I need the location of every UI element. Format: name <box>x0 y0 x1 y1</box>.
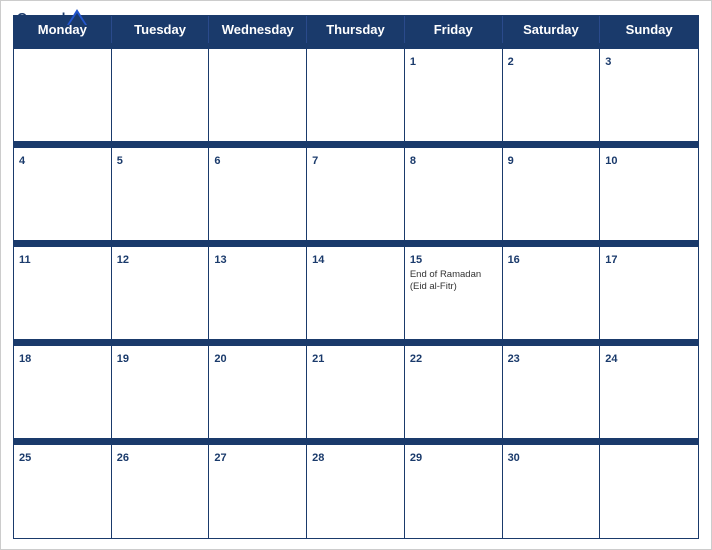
day-cell: 9 <box>503 148 601 240</box>
day-cell: 21 <box>307 346 405 438</box>
week-1: 4 5 6 7 8 9 10 <box>14 142 698 241</box>
cell-number: 8 <box>410 155 416 167</box>
day-cell: 4 <box>14 148 112 240</box>
day-cell: 18 <box>14 346 112 438</box>
day-cell: 10 <box>600 148 698 240</box>
day-header-friday: Friday <box>405 16 503 43</box>
week-cells-1: 4 5 6 7 8 9 10 <box>14 148 698 241</box>
cell-number: 16 <box>508 254 520 266</box>
logo-icon <box>67 9 87 25</box>
day-cell: 12 <box>112 247 210 339</box>
cell-number: 17 <box>605 254 617 266</box>
day-cell: 25 <box>14 445 112 538</box>
day-header-saturday: Saturday <box>503 16 601 43</box>
cell-number: 12 <box>117 254 129 266</box>
day-cell <box>14 49 112 141</box>
week-cells-0: 1 2 3 <box>14 49 698 142</box>
calendar: General MondayTuesdayWednesdayThursdayFr… <box>0 0 712 550</box>
day-cell: 6 <box>209 148 307 240</box>
calendar-header: General <box>1 1 711 15</box>
day-cell: 29 <box>405 445 503 538</box>
day-cell: 20 <box>209 346 307 438</box>
week-3: 18 19 20 21 22 23 24 <box>14 340 698 439</box>
cell-event: End of Ramadan (Eid al-Fitr) <box>410 269 497 294</box>
cell-number: 19 <box>117 353 129 365</box>
cell-number: 29 <box>410 452 422 464</box>
cell-number: 6 <box>214 155 220 167</box>
cell-number: 28 <box>312 452 324 464</box>
cell-number: 23 <box>508 353 520 365</box>
cell-number: 25 <box>19 452 31 464</box>
cell-number: 13 <box>214 254 226 266</box>
day-cell: 23 <box>503 346 601 438</box>
cell-number: 7 <box>312 155 318 167</box>
week-cells-4: 25 26 27 28 29 30 <box>14 445 698 538</box>
day-cell: 17 <box>600 247 698 339</box>
cell-number: 1 <box>410 56 416 68</box>
day-headers: MondayTuesdayWednesdayThursdayFridaySatu… <box>14 16 698 43</box>
cell-number: 24 <box>605 353 617 365</box>
cell-number: 21 <box>312 353 324 365</box>
day-cell: 24 <box>600 346 698 438</box>
day-cell: 5 <box>112 148 210 240</box>
week-cells-2: 11 12 13 14 15 End of Ramadan (Eid al-Fitr) 16… <box>14 247 698 340</box>
cell-number: 9 <box>508 155 514 167</box>
day-cell <box>112 49 210 141</box>
day-cell <box>209 49 307 141</box>
cell-number: 20 <box>214 353 226 365</box>
day-cell: 13 <box>209 247 307 339</box>
cell-number: 30 <box>508 452 520 464</box>
day-cell: 28 <box>307 445 405 538</box>
day-cell: 2 <box>503 49 601 141</box>
cell-number: 2 <box>508 56 514 68</box>
cell-number: 4 <box>19 155 25 167</box>
day-cell: 30 <box>503 445 601 538</box>
day-cell: 27 <box>209 445 307 538</box>
day-cell: 1 <box>405 49 503 141</box>
cell-number: 22 <box>410 353 422 365</box>
cell-number: 5 <box>117 155 123 167</box>
week-cells-3: 18 19 20 21 22 23 24 <box>14 346 698 439</box>
day-cell: 22 <box>405 346 503 438</box>
logo-general: General <box>17 10 65 25</box>
day-header-wednesday: Wednesday <box>209 16 307 43</box>
day-cell: 15 End of Ramadan (Eid al-Fitr) <box>405 247 503 339</box>
calendar-body: 123456789101112131415End of Ramadan (Eid… <box>13 43 699 539</box>
day-header-tuesday: Tuesday <box>112 16 210 43</box>
week-4: 25 26 27 28 29 30 <box>14 439 698 538</box>
day-cell: 8 <box>405 148 503 240</box>
day-cell <box>307 49 405 141</box>
day-cell: 26 <box>112 445 210 538</box>
week-2: 11 12 13 14 15 End of Ramadan (Eid al-Fitr) 16… <box>14 241 698 340</box>
cell-number: 3 <box>605 56 611 68</box>
day-header-thursday: Thursday <box>307 16 405 43</box>
day-cell: 7 <box>307 148 405 240</box>
cell-number: 15 <box>410 254 422 266</box>
day-cell: 14 <box>307 247 405 339</box>
day-cell <box>600 445 698 538</box>
cell-number: 14 <box>312 254 324 266</box>
cell-number: 27 <box>214 452 226 464</box>
day-cell: 16 <box>503 247 601 339</box>
cell-number: 26 <box>117 452 129 464</box>
cell-number: 10 <box>605 155 617 167</box>
week-0: 1 2 3 <box>14 43 698 142</box>
cell-number: 18 <box>19 353 31 365</box>
cell-number: 11 <box>19 254 31 266</box>
day-cell: 11 <box>14 247 112 339</box>
logo: General <box>17 9 87 25</box>
day-cell: 19 <box>112 346 210 438</box>
day-header-sunday: Sunday <box>600 16 698 43</box>
day-cell: 3 <box>600 49 698 141</box>
